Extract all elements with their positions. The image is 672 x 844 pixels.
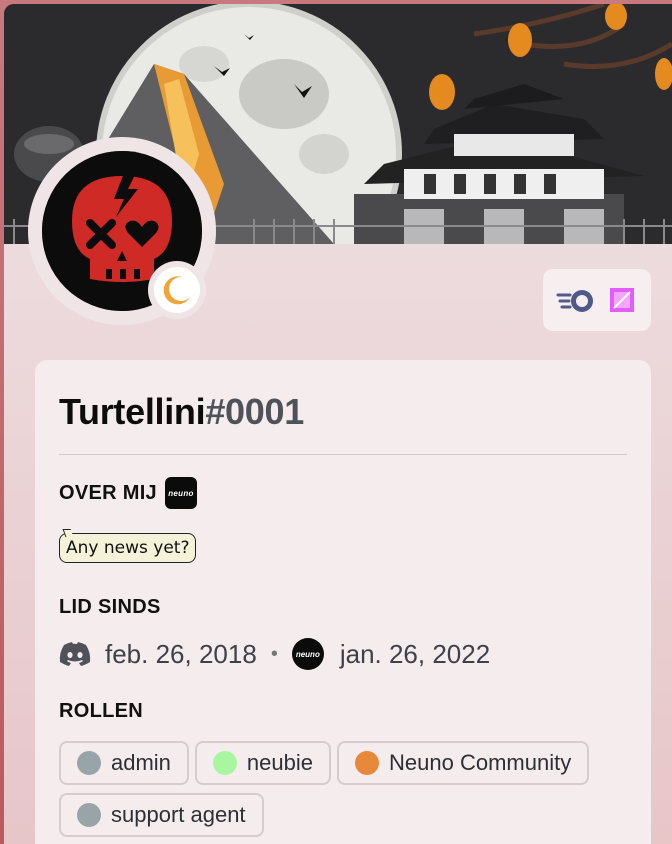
role-pill-neuno-community[interactable]: Neuno Community [337, 741, 590, 785]
user-profile-popout: Turtellini#0001 OVER MIJ neuno Any news … [4, 4, 672, 844]
speech-bubble-text: Any news yet? [66, 538, 190, 558]
about-content: Any news yet? [59, 527, 627, 567]
avatar-container[interactable] [28, 137, 216, 325]
username[interactable]: Turtellini#0001 [59, 390, 627, 434]
bubble-tail [62, 529, 74, 537]
role-color-dot [77, 751, 101, 775]
role-color-dot [212, 751, 237, 775]
nitro-badge-icon[interactable] [556, 285, 596, 315]
roles-list: admin neubie Neuno Community support age… [59, 741, 619, 837]
role-label: neubie [246, 750, 313, 775]
username-discriminator: #0001 [205, 391, 304, 432]
neuno-server-icon: neuno [291, 638, 324, 670]
about-section-title: OVER MIJ neuno [59, 477, 627, 509]
speech-bubble: Any news yet? [59, 529, 197, 563]
discord-member-date: feb. 26, 2018 [105, 638, 257, 669]
role-pill-support-agent[interactable]: support agent [59, 793, 264, 837]
discord-logo-icon [59, 642, 91, 666]
role-label: Neuno Community [389, 750, 572, 775]
member-since-title: LID SINDS [59, 595, 627, 619]
status-indicator[interactable] [148, 261, 206, 319]
roles-title-text: ROLLEN [59, 699, 144, 722]
role-color-dot [355, 751, 379, 775]
date-separator: • [270, 642, 278, 665]
member-since-title-text: LID SINDS [59, 595, 161, 618]
divider [59, 454, 627, 455]
role-color-dot [77, 803, 101, 827]
profile-info-card: Turtellini#0001 OVER MIJ neuno Any news … [35, 360, 651, 844]
about-title-text: OVER MIJ [59, 481, 157, 504]
member-since-row: feb. 26, 2018 • neuno jan. 26, 2022 [59, 637, 627, 671]
server-member-date: jan. 26, 2022 [339, 638, 491, 669]
username-name: Turtellini [59, 391, 206, 432]
role-label: support agent [111, 802, 246, 827]
boost-gem-badge-icon[interactable] [606, 284, 638, 316]
roles-section-title: ROLLEN [59, 699, 627, 723]
role-pill-neubie[interactable]: neubie [194, 741, 331, 785]
role-label: admin [111, 750, 171, 775]
neuno-logo-icon: neuno [164, 477, 197, 509]
status-inner [154, 267, 200, 313]
moon-icon [163, 276, 190, 305]
role-pill-admin[interactable]: admin [59, 741, 189, 785]
profile-badges [543, 269, 651, 331]
